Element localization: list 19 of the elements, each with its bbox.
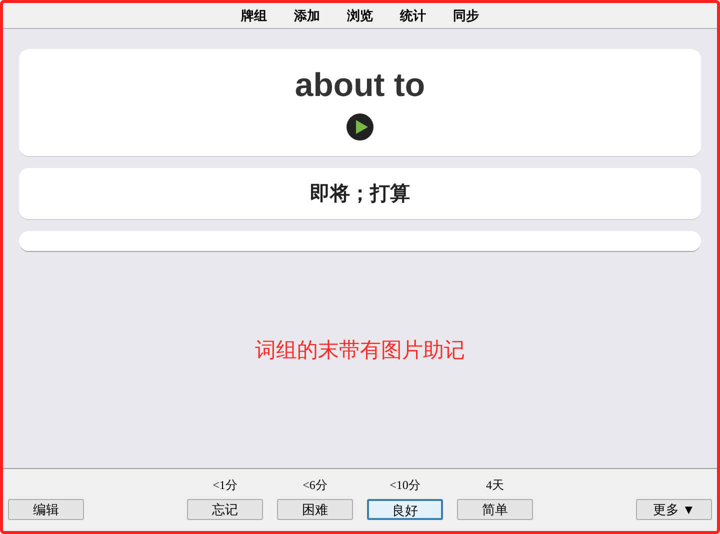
edit-button[interactable]: 编辑	[8, 499, 84, 520]
menu-item[interactable]: 统计	[400, 6, 426, 26]
interval-text: <6分	[302, 477, 328, 494]
annotation-text: 词组的末带有图片助记	[255, 338, 465, 364]
interval-text: <1分	[212, 477, 238, 494]
meaning-text: 即将；打算	[310, 182, 410, 206]
play-icon[interactable]	[346, 113, 374, 141]
answer-button[interactable]: 困难	[277, 499, 353, 520]
answer-button[interactable]: 简单	[457, 499, 533, 520]
more-button[interactable]: 更多 ▼	[636, 499, 712, 520]
interval-text: <10分	[390, 477, 420, 494]
menu-item[interactable]: 牌组	[241, 6, 267, 26]
menu-item[interactable]: 添加	[294, 6, 320, 26]
answer-button[interactable]: 忘记	[187, 499, 263, 520]
menu-item[interactable]: 浏览	[347, 6, 373, 26]
menu-item[interactable]: 同步	[453, 6, 479, 26]
interval-text: 4天	[486, 477, 504, 494]
answer-button[interactable]: 良好	[367, 499, 443, 520]
word-text: about to	[294, 65, 426, 105]
